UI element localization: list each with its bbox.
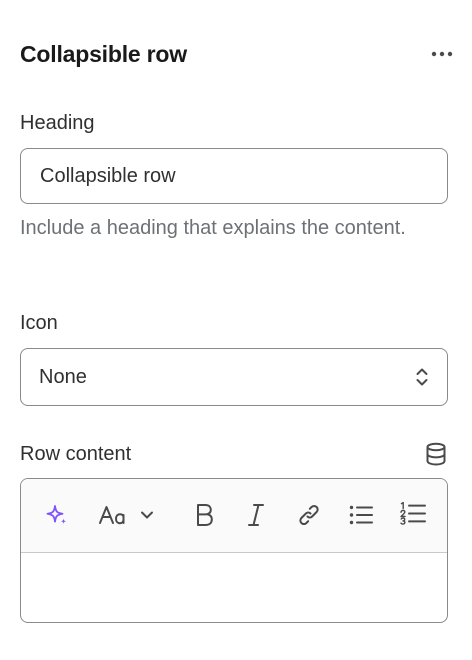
chevron-down-icon	[141, 511, 153, 519]
database-icon	[426, 442, 446, 466]
link-button[interactable]	[293, 497, 325, 533]
bulleted-list-button[interactable]	[345, 497, 377, 533]
row-content-label: Row content	[20, 442, 132, 465]
dynamic-source-button[interactable]	[422, 440, 450, 468]
bold-icon	[197, 504, 213, 526]
heading-input[interactable]	[20, 148, 448, 204]
sparkle-icon	[46, 505, 67, 525]
row-content-header: Row content	[20, 438, 448, 470]
numbered-list-button[interactable]	[397, 497, 429, 533]
icon-select-value: None	[39, 365, 87, 388]
link-icon	[299, 504, 319, 526]
editor-toolbar	[21, 479, 447, 553]
text-format-icon	[99, 506, 125, 525]
row-content-editor	[20, 478, 448, 623]
row-content-textarea[interactable]	[21, 553, 447, 622]
bold-button[interactable]	[189, 497, 219, 533]
ai-sparkle-button[interactable]	[41, 497, 73, 533]
numbered-list-icon	[400, 501, 426, 525]
icon-label: Icon	[20, 312, 58, 334]
italic-button[interactable]	[241, 497, 271, 533]
heading-label: Heading	[20, 112, 95, 134]
text-format-button[interactable]	[97, 497, 167, 533]
more-actions-button[interactable]	[426, 38, 458, 70]
bulleted-list-icon	[349, 505, 373, 525]
italic-icon	[248, 504, 264, 526]
panel-header: Collapsible row	[20, 36, 453, 72]
more-horizontal-icon	[431, 51, 453, 57]
select-chevrons-icon	[416, 368, 428, 386]
heading-help-text: Include a heading that explains the cont…	[20, 217, 406, 239]
icon-select[interactable]: None	[20, 348, 448, 406]
panel-title: Collapsible row	[20, 40, 187, 67]
